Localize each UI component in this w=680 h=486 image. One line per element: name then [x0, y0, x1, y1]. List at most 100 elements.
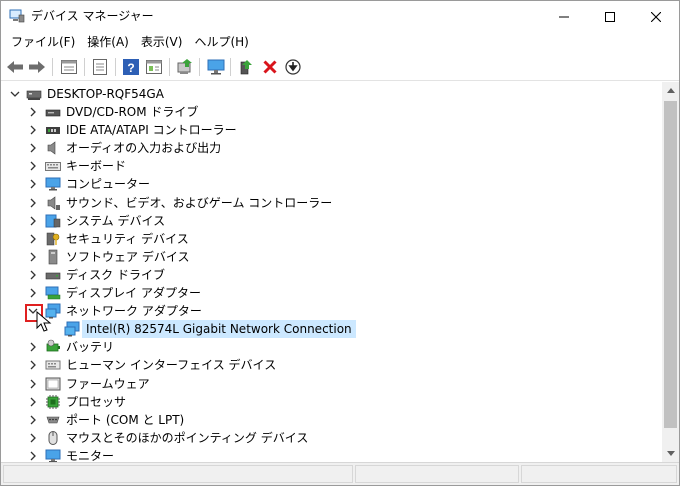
tree-device-label: Intel(R) 82574L Gigabit Network Connecti… — [82, 320, 356, 338]
expand-chevron-icon[interactable] — [27, 378, 39, 390]
expand-chevron-icon[interactable] — [27, 160, 39, 172]
expand-chevron-icon[interactable] — [27, 396, 39, 408]
close-button[interactable] — [633, 1, 679, 32]
back-arrow-icon[interactable] — [4, 57, 26, 77]
forward-arrow-icon[interactable] — [26, 57, 48, 77]
device-manager-icon — [9, 9, 25, 23]
scroll-up-arrow-icon[interactable] — [662, 82, 679, 99]
tree-category-4[interactable]: コンピューター — [1, 175, 662, 193]
tree-category-label: ファームウェア — [66, 377, 150, 391]
monitor-icon[interactable] — [205, 57, 227, 77]
expand-chevron-icon[interactable] — [27, 233, 39, 245]
vertical-scrollbar[interactable] — [662, 82, 679, 462]
uninstall-x-icon[interactable] — [259, 57, 281, 77]
tree-category-label: ネットワーク アダプター — [66, 304, 202, 318]
toolbar-separator — [84, 58, 85, 76]
tree-category-9[interactable]: ディスク ドライブ — [1, 266, 662, 284]
tree-root[interactable]: DESKTOP-RQF54GA — [1, 85, 662, 103]
tree-category-15[interactable]: プロセッサ — [1, 393, 662, 411]
expand-chevron-icon[interactable] — [27, 432, 39, 444]
tree-category-7[interactable]: セキュリティ デバイス — [1, 230, 662, 248]
tree-category-label: モニター — [66, 449, 115, 462]
tree-category-label: ポート (COM と LPT) — [66, 413, 185, 427]
tree-category-10[interactable]: ディスプレイ アダプター — [1, 284, 662, 302]
port-icon — [45, 412, 61, 428]
help-icon[interactable]: ? — [120, 57, 142, 77]
tree-category-3[interactable]: キーボード — [1, 157, 662, 175]
expand-chevron-icon[interactable] — [27, 414, 39, 426]
expand-chevron-icon[interactable] — [27, 251, 39, 263]
tree-category-8[interactable]: ソフトウェア デバイス — [1, 248, 662, 266]
security-key-icon — [45, 231, 61, 247]
computer-icon — [45, 176, 61, 192]
minimize-button[interactable] — [541, 1, 587, 32]
collapse-chevron-icon[interactable] — [9, 88, 21, 100]
tree-category-1[interactable]: IDE ATA/ATAPI コントローラー — [1, 121, 662, 139]
tree-category-18[interactable]: モニター — [1, 447, 662, 462]
svg-text:?: ? — [127, 61, 134, 75]
mouse-icon — [45, 430, 61, 446]
enable-device-icon[interactable] — [235, 57, 257, 77]
expand-chevron-icon[interactable] — [27, 106, 39, 118]
toolbar-separator — [169, 58, 170, 76]
update-driver-icon[interactable] — [174, 57, 196, 77]
download-driver-icon[interactable] — [282, 57, 304, 77]
computer-root-icon — [26, 86, 42, 102]
view-icon[interactable] — [143, 57, 165, 77]
menu-bar: ファイル(F) 操作(A) 表示(V) ヘルプ(H) — [1, 32, 679, 52]
status-section — [355, 465, 519, 483]
tree-device-item[interactable]: Intel(R) 82574L Gigabit Network Connecti… — [1, 320, 662, 338]
tree-category-6[interactable]: システム デバイス — [1, 212, 662, 230]
expand-chevron-icon[interactable] — [27, 287, 39, 299]
title-bar[interactable]: デバイス マネージャー — [1, 1, 679, 32]
expand-chevron-icon[interactable] — [27, 341, 39, 353]
properties-icon[interactable] — [58, 57, 80, 77]
processor-icon — [45, 394, 61, 410]
tree-category-16[interactable]: ポート (COM と LPT) — [1, 411, 662, 429]
tree-category-label: オーディオの入力および出力 — [66, 141, 222, 155]
expand-chevron-icon[interactable] — [27, 359, 39, 371]
tree-category-12[interactable]: バッテリ — [1, 338, 662, 356]
mouse-cursor-icon — [36, 310, 52, 333]
monitor-icon — [45, 448, 61, 462]
tree-category-14[interactable]: ファームウェア — [1, 375, 662, 393]
battery-icon — [45, 339, 61, 355]
scrollbar-thumb[interactable] — [664, 101, 677, 428]
expand-chevron-icon[interactable] — [27, 215, 39, 227]
tree-category-label: コンピューター — [66, 177, 151, 191]
device-tree[interactable]: DESKTOP-RQF54GA DVD/CD-ROM ドライブ IDE ATA/A… — [1, 82, 662, 462]
window-title: デバイス マネージャー — [31, 9, 154, 23]
menu-help[interactable]: ヘルプ(H) — [188, 33, 254, 51]
tree-category-label: キーボード — [66, 159, 127, 173]
document-icon[interactable] — [89, 57, 111, 77]
keyboard-icon — [45, 158, 61, 174]
tree-root-label: DESKTOP-RQF54GA — [47, 87, 164, 101]
network-adapter-icon — [64, 321, 80, 337]
tree-category-0[interactable]: DVD/CD-ROM ドライブ — [1, 103, 662, 121]
expand-chevron-icon[interactable] — [27, 142, 39, 154]
scroll-down-arrow-icon[interactable] — [662, 445, 679, 462]
firmware-icon — [45, 376, 61, 392]
expand-chevron-icon[interactable] — [27, 197, 39, 209]
menu-file[interactable]: ファイル(F) — [5, 33, 81, 51]
maximize-button[interactable] — [587, 1, 633, 32]
hid-icon — [45, 357, 61, 373]
tree-category-5[interactable]: サウンド、ビデオ、およびゲーム コントローラー — [1, 194, 662, 212]
menu-view[interactable]: 表示(V) — [135, 33, 189, 51]
expand-chevron-icon[interactable] — [27, 269, 39, 281]
menu-action[interactable]: 操作(A) — [81, 33, 135, 51]
tree-category-2[interactable]: オーディオの入力および出力 — [1, 139, 662, 157]
tree-category-17[interactable]: マウスとそのほかのポインティング デバイス — [1, 429, 662, 447]
expand-chevron-icon[interactable] — [27, 124, 39, 136]
sound-icon — [45, 195, 61, 211]
status-bar — [1, 462, 679, 485]
display-adapter-icon — [45, 285, 61, 301]
tree-category-13[interactable]: ヒューマン インターフェイス デバイス — [1, 356, 662, 374]
expand-chevron-icon[interactable] — [27, 450, 39, 462]
speaker-icon — [45, 140, 61, 156]
expand-chevron-icon[interactable] — [27, 178, 39, 190]
tree-category-11[interactable]: ネットワーク アダプター — [1, 302, 662, 320]
toolbar-separator — [115, 58, 116, 76]
status-section — [521, 465, 677, 483]
tree-category-label: IDE ATA/ATAPI コントローラー — [66, 123, 237, 137]
